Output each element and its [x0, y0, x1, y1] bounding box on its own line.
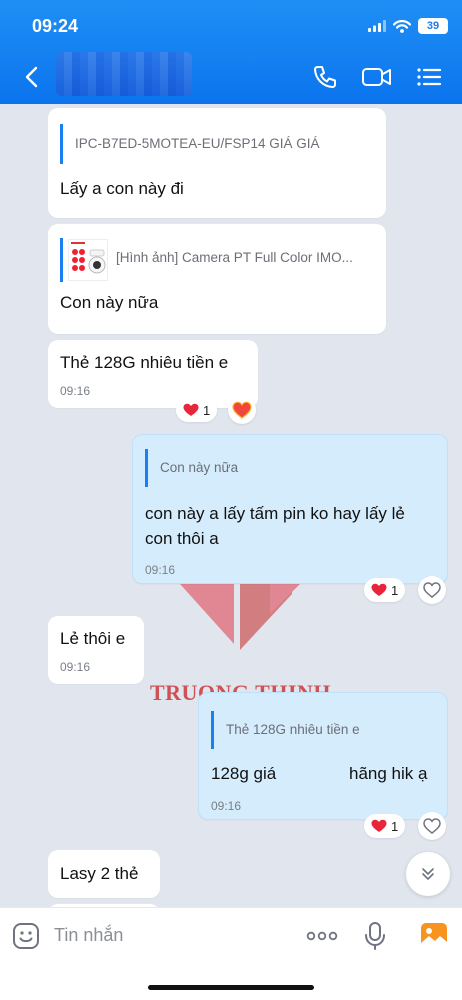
reaction-badge[interactable]: 1: [364, 814, 406, 838]
message-text-part1: 128g giá: [211, 764, 277, 783]
heart-outline-icon: [423, 582, 441, 598]
message-text: Con này nữa: [60, 293, 159, 312]
message-time: 09:16: [60, 384, 91, 398]
heart-reaction-icon: [371, 583, 387, 596]
status-icons: 39: [368, 18, 448, 34]
chat-options-button[interactable]: [414, 62, 444, 92]
camera-product-thumbnail[interactable]: [68, 239, 108, 281]
reaction-count: 1: [391, 818, 399, 834]
message-bubble[interactable]: Lasy 2 thẻ: [48, 850, 160, 898]
heart-reaction-icon: [371, 819, 387, 832]
heart-fire-icon: [232, 401, 252, 419]
home-indicator: [148, 985, 314, 990]
message-text-line2: con thôi a: [145, 529, 219, 548]
quoted-message[interactable]: [Hình ảnh] Camera PT Full Color IMO...: [112, 250, 378, 265]
voice-call-button[interactable]: [310, 62, 340, 92]
phone-icon: [314, 66, 336, 88]
heart-outline-icon: [423, 818, 441, 834]
message-bubble[interactable]: IPC-B7ED-5MOTEA-EU/FSP14 GIÁ GIÁ Lấy a c…: [48, 108, 386, 218]
list-menu-icon: [417, 68, 442, 86]
message-text-part2: hãng hik ạ: [349, 764, 428, 783]
react-button[interactable]: [228, 396, 256, 424]
gallery-button[interactable]: [420, 922, 448, 948]
contact-name-blurred[interactable]: [56, 52, 192, 96]
message-time: 09:16: [145, 563, 176, 577]
quoted-message[interactable]: Con này nữa: [145, 449, 425, 487]
more-options-button[interactable]: [306, 928, 338, 944]
message-text: Lasy 2 thẻ: [60, 864, 139, 883]
status-time: 09:24: [32, 16, 79, 36]
quote-bar: [60, 238, 63, 282]
emoji-smile-icon: [13, 923, 39, 949]
cellular-signal-icon: [368, 20, 386, 32]
quoted-message[interactable]: Thẻ 128G nhiêu tiền e: [211, 711, 431, 749]
message-bubble-sent[interactable]: Thẻ 128G nhiêu tiền e 128g giá hãng hik …: [198, 692, 448, 820]
message-input[interactable]: Tin nhắn: [54, 925, 123, 946]
video-camera-icon: [362, 68, 391, 86]
wifi-icon: [393, 19, 411, 33]
message-list[interactable]: IPC-B7ED-5MOTEA-EU/FSP14 GIÁ GIÁ Lấy a c…: [0, 104, 462, 907]
message-bubble[interactable]: Lẻ thôi e 09:16: [48, 616, 144, 684]
voice-message-button[interactable]: [364, 921, 386, 951]
reaction-count: 1: [203, 402, 211, 418]
back-button[interactable]: [20, 62, 46, 92]
scroll-to-bottom-button[interactable]: [406, 852, 450, 896]
message-text: Thẻ 128G nhiêu tiền e: [60, 353, 229, 372]
video-call-button[interactable]: [360, 62, 394, 92]
reaction-badge[interactable]: 1: [364, 578, 406, 602]
message-text: Lẻ thôi e: [60, 629, 126, 648]
react-button[interactable]: [418, 576, 446, 604]
reaction-badge[interactable]: 1: [176, 398, 218, 422]
double-chevron-down-icon: [422, 868, 434, 880]
message-time: 09:16: [60, 660, 91, 674]
microphone-icon: [365, 922, 385, 950]
quoted-message[interactable]: IPC-B7ED-5MOTEA-EU/FSP14 GIÁ GIÁ: [60, 124, 370, 164]
image-gallery-icon: [421, 923, 447, 947]
message-bubble[interactable]: [Hình ảnh] Camera PT Full Color IMO... C…: [48, 224, 386, 334]
chat-header: 09:24 39: [0, 0, 462, 104]
message-text-line1: con này a lấy tấm pin ko hay lấy lẻ: [145, 504, 405, 523]
chevron-left-icon: [25, 66, 38, 88]
react-button[interactable]: [418, 812, 446, 840]
message-bubble[interactable]: Thẻ 128G nhiêu tiền e 09:16: [48, 340, 258, 408]
reaction-count: 1: [391, 582, 399, 598]
message-text: Lấy a con này đi: [60, 179, 184, 198]
message-time: 09:16: [211, 799, 242, 813]
more-dots-icon: [306, 931, 338, 941]
camera-product-image-icon: [71, 242, 106, 274]
message-input-bar: Tin nhắn: [0, 907, 462, 1000]
emoji-button[interactable]: [12, 922, 40, 950]
message-bubble-sent[interactable]: Con này nữa con này a lấy tấm pin ko hay…: [132, 434, 448, 584]
battery-icon: 39: [418, 18, 448, 34]
heart-reaction-icon: [183, 403, 199, 416]
